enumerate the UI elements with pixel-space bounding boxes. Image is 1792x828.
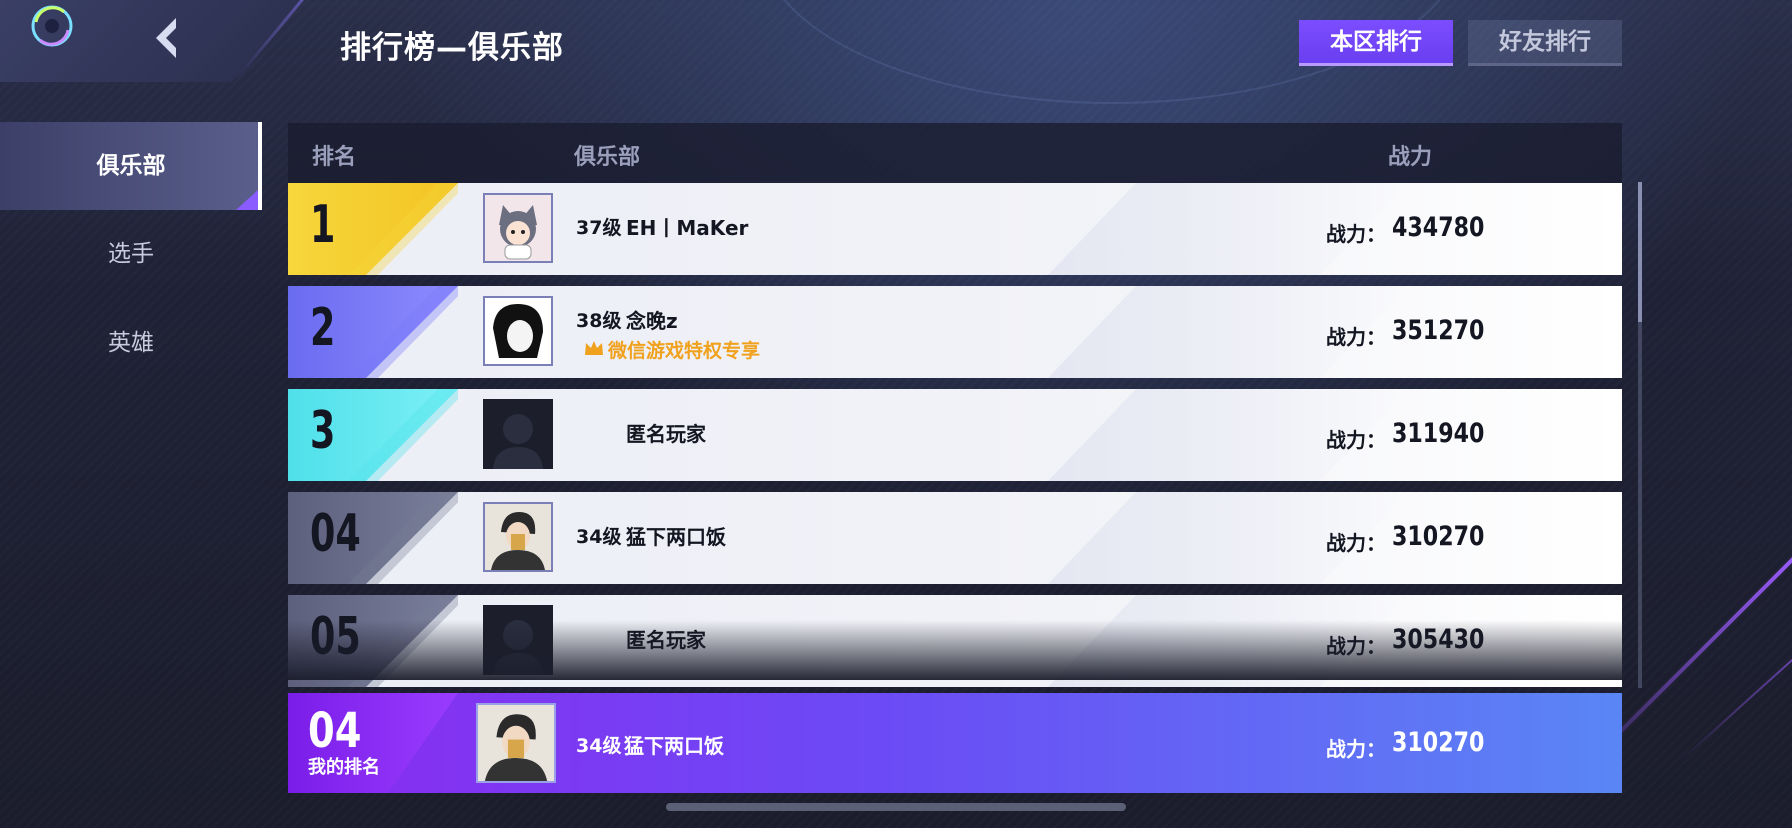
tab-local-ranking[interactable]: 本区排行: [1299, 20, 1453, 66]
club-name: 匿名玩家: [626, 628, 706, 652]
avatar[interactable]: [483, 502, 553, 572]
rank-number: 3: [310, 401, 336, 461]
portrait-avatar-image: [484, 714, 548, 781]
rank-number: 1: [310, 195, 336, 255]
anonymous-user-icon: [493, 414, 543, 469]
back-button[interactable]: [152, 16, 188, 60]
my-rank-label: 我的排名: [308, 757, 380, 778]
chevron-left-icon: [156, 18, 176, 58]
tab-friend-ranking[interactable]: 好友排行: [1468, 20, 1622, 66]
rank-number: 04: [310, 504, 361, 564]
power-label: 战力：: [1326, 737, 1386, 761]
power-value: 310270: [1392, 521, 1485, 552]
table-row[interactable]: 05 匿名玩家 战力： 305430: [288, 595, 1622, 687]
club-name: 匿名玩家: [626, 422, 706, 446]
club-name: 猛下两口饭: [626, 525, 726, 549]
table-row[interactable]: 1 37级 EH丨MaKer 战力： 434780: [288, 183, 1622, 275]
crown-icon: [585, 341, 603, 355]
club-level: 37级: [576, 217, 622, 239]
club-level: 38级: [576, 310, 622, 332]
power-value: 311940: [1392, 418, 1485, 449]
power-label: 战力：: [1326, 634, 1386, 658]
portrait-avatar-image: [493, 304, 543, 358]
club-level: 34级: [576, 526, 622, 548]
avatar[interactable]: [483, 193, 553, 263]
anonymous-user-icon: [493, 620, 543, 675]
game-logo-icon: [28, 2, 76, 50]
table-row[interactable]: 2 38级 念晚z 微信游戏特权专享 战力： 351270: [288, 286, 1622, 378]
avatar[interactable]: [483, 605, 553, 675]
portrait-avatar-image: [491, 512, 545, 570]
avatar[interactable]: [483, 399, 553, 469]
power-value: 434780: [1392, 212, 1485, 243]
power-value: 305430: [1392, 624, 1485, 655]
rank-number: 2: [310, 298, 336, 358]
sidebar-item-hero[interactable]: 英雄: [0, 299, 262, 387]
privilege-badge: 微信游戏特权专享: [608, 340, 761, 362]
club-name: 念晚z: [626, 309, 678, 333]
sidebar-item-player[interactable]: 选手: [0, 210, 262, 298]
avatar[interactable]: [476, 703, 556, 783]
power-label: 战力：: [1326, 222, 1386, 246]
column-header-rank: 排名: [312, 145, 357, 170]
column-header-club: 俱乐部: [574, 145, 641, 170]
avatar[interactable]: [483, 296, 553, 366]
rank-number: 05: [310, 607, 361, 667]
my-rank-number: 04: [308, 703, 362, 759]
club-name: 猛下两口饭: [624, 734, 724, 758]
power-label: 战力：: [1326, 428, 1386, 452]
sidebar-item-club[interactable]: 俱乐部: [0, 122, 262, 210]
list-scrollbar-thumb[interactable]: [1638, 182, 1642, 322]
club-name: EH丨MaKer: [626, 216, 749, 240]
power-label: 战力：: [1326, 325, 1386, 349]
table-header: 排名 俱乐部 战力: [288, 123, 1622, 183]
home-indicator-bar: [666, 803, 1126, 811]
power-value: 310270: [1392, 727, 1485, 758]
my-rank-row[interactable]: 04 我的排名 34级 猛下两口饭 战力： 310270: [288, 693, 1622, 793]
table-row[interactable]: 04 34级 猛下两口饭 战力： 310270: [288, 492, 1622, 584]
power-value: 351270: [1392, 315, 1485, 346]
table-row[interactable]: 3 匿名玩家 战力： 311940: [288, 389, 1622, 481]
power-label: 战力：: [1326, 531, 1386, 555]
page-title: 排行榜—俱乐部: [340, 30, 564, 66]
cat-avatar-image: [499, 205, 537, 260]
club-level: 34级: [576, 735, 622, 757]
column-header-power: 战力: [1388, 145, 1433, 170]
